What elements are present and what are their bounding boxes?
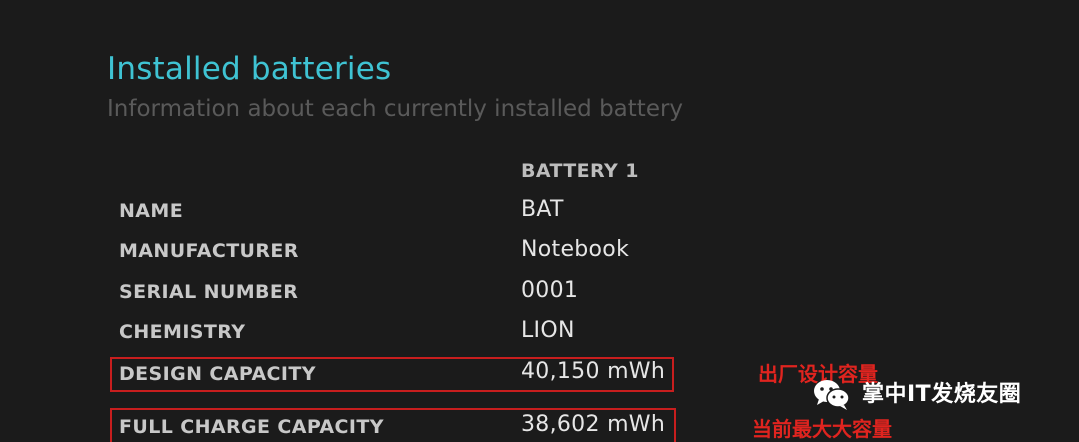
row-value-name: BAT <box>521 197 564 222</box>
watermark-text: 掌中IT发烧友圈 <box>862 382 1022 407</box>
row-label-name: NAME <box>119 200 184 222</box>
row-label-chemistry: CHEMISTRY <box>119 321 246 343</box>
section-title: Installed batteries <box>107 51 392 87</box>
row-label-serial-number: SERIAL NUMBER <box>119 281 299 303</box>
row-value-serial-number: 0001 <box>521 278 579 303</box>
section-subtitle: Information about each currently install… <box>107 96 684 122</box>
row-label-design-capacity: DESIGN CAPACITY <box>119 363 316 385</box>
wechat-icon <box>814 380 850 410</box>
row-value-chemistry: LION <box>521 318 575 343</box>
full-charge-capacity-note: 当前最大大容量 <box>752 417 892 441</box>
row-value-full-charge-capacity: 38,602 mWh <box>521 412 666 437</box>
row-label-full-charge-capacity: FULL CHARGE CAPACITY <box>119 416 384 438</box>
row-value-manufacturer: Notebook <box>521 237 630 262</box>
battery-report-page: Installed batteries Information about ea… <box>0 0 1079 442</box>
battery-column-header: BATTERY 1 <box>521 160 639 182</box>
row-label-manufacturer: MANUFACTURER <box>119 240 299 262</box>
row-value-design-capacity: 40,150 mWh <box>521 359 666 384</box>
watermark: 掌中IT发烧友圈 <box>812 375 1021 415</box>
